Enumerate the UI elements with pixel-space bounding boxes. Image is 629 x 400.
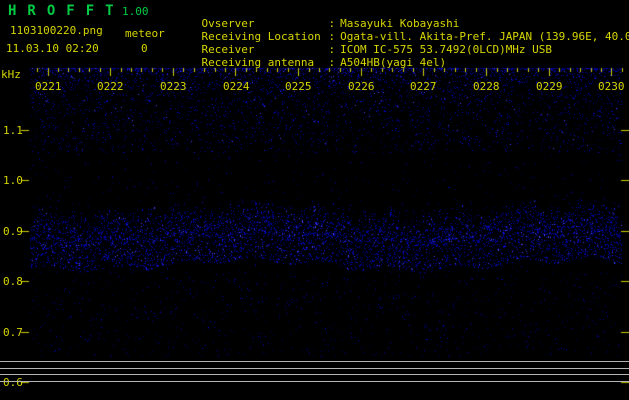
- y-tick-label: 1.1: [3, 124, 23, 137]
- output-filename: 1103100220.png: [10, 24, 103, 37]
- x-tick-label: 0226: [348, 80, 375, 93]
- x-tick-label: 0228: [473, 80, 500, 93]
- level-grid-line: [0, 381, 629, 382]
- x-tick-label: 0222: [97, 80, 124, 93]
- y-tick-label: 0.9: [3, 225, 23, 238]
- y-tick-label: 0.8: [3, 275, 23, 288]
- x-tick-label: 0227: [410, 80, 437, 93]
- y-tick-label: 0.7: [3, 326, 23, 339]
- app-version: 1.00: [122, 5, 149, 18]
- observation-datetime: 11.03.10 02:20: [6, 42, 99, 55]
- hrofft-output-window: HROFFT 1.00 1103100220.png meteor 11.03.…: [0, 0, 629, 400]
- x-tick-label: 0229: [536, 80, 563, 93]
- x-tick-label: 0230: [598, 80, 625, 93]
- echo-count: 0: [141, 42, 148, 55]
- mode-label: meteor: [125, 27, 165, 40]
- x-tick-label: 0224: [223, 80, 250, 93]
- app-title: HROFFT: [8, 3, 125, 19]
- level-grid-line: [0, 374, 629, 375]
- x-tick-label: 0221: [35, 80, 62, 93]
- y-tick-label: 0.6: [3, 376, 23, 389]
- info-colon: :: [328, 56, 336, 69]
- x-tick-label: 0225: [285, 80, 312, 93]
- x-tick-label: 0223: [160, 80, 187, 93]
- info-value: A504HB(yagi 4el): [340, 56, 447, 69]
- y-tick-label: 1.0: [3, 174, 23, 187]
- level-grid-line: [0, 361, 629, 362]
- y-axis-unit-label: kHz: [1, 68, 21, 81]
- info-row-antenna: Receiving antenna: A504HB(yagi 4el): [175, 43, 447, 82]
- info-label: Receiving antenna: [201, 56, 315, 69]
- level-grid-line: [0, 368, 629, 369]
